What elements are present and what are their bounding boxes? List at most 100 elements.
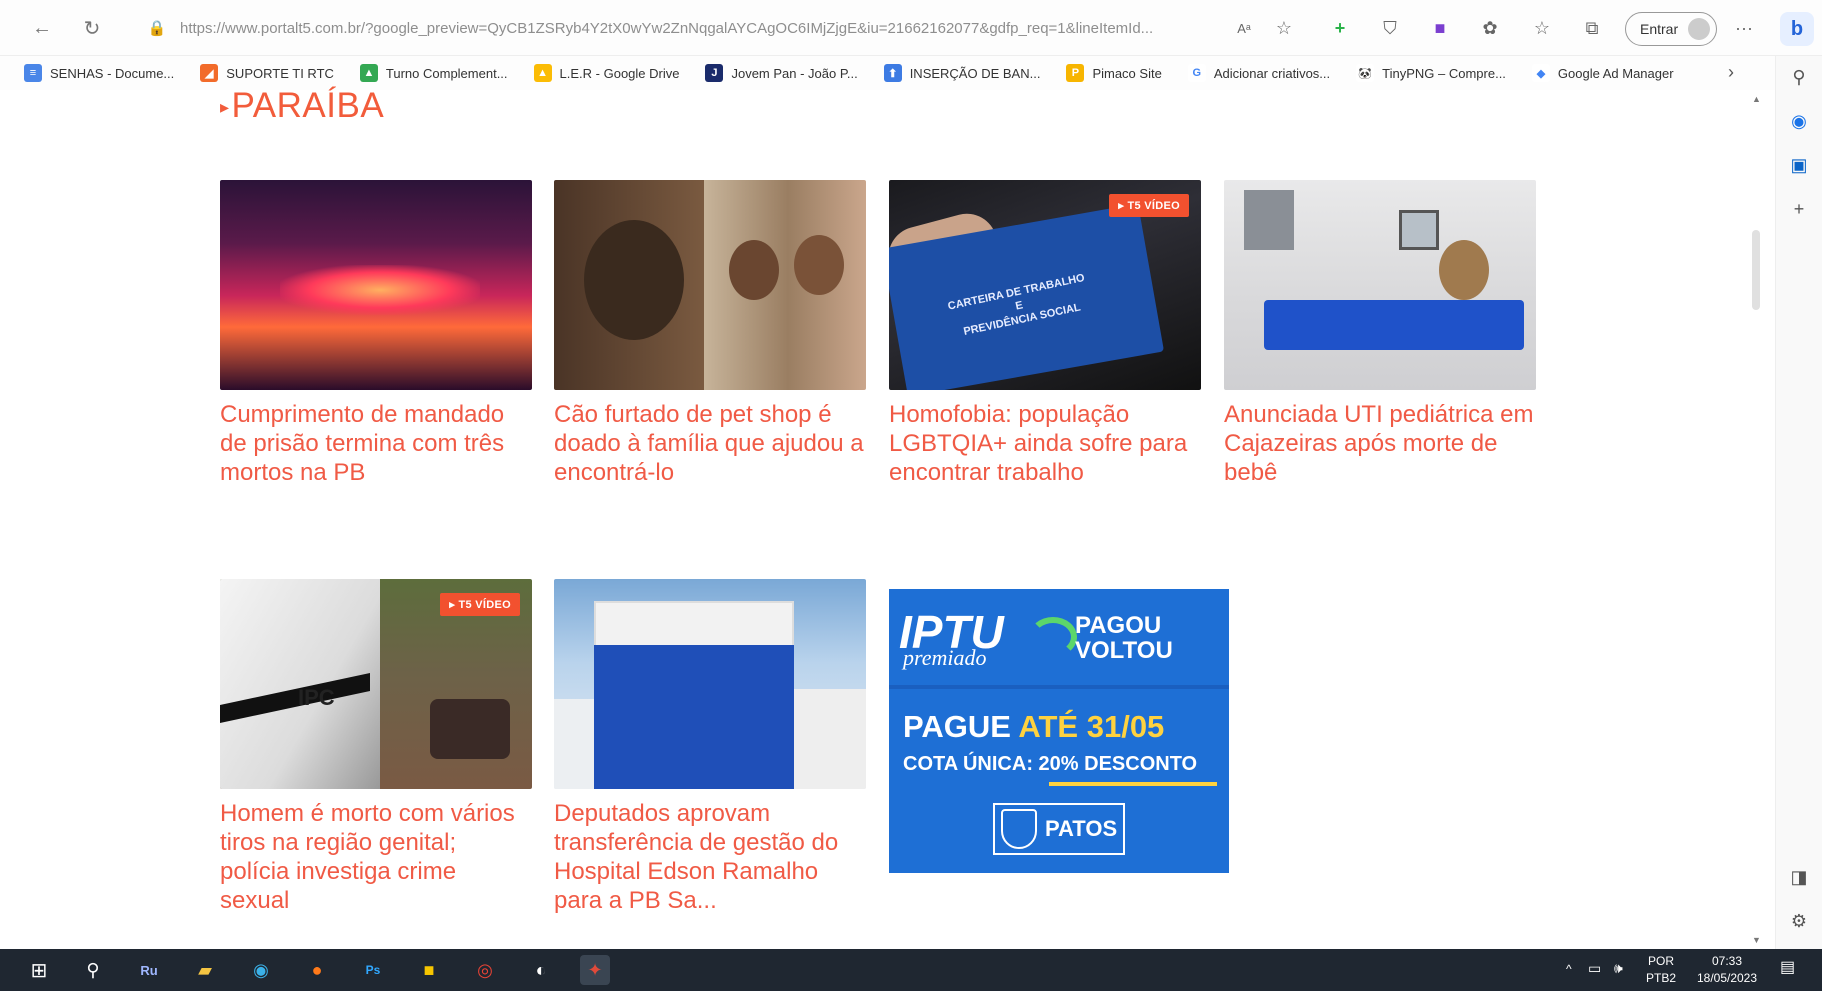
screen: ← ↻ 🔒 https://www.portalt5.com.br/?googl… xyxy=(0,0,1822,991)
reload-icon[interactable]: ↻ xyxy=(78,14,106,42)
scrollbar-thumb[interactable] xyxy=(1752,230,1760,310)
article-headline[interactable]: Homem é morto com vários tiros na região… xyxy=(220,799,532,915)
outlook-icon[interactable]: ▣ xyxy=(1786,152,1812,178)
favorites-icon[interactable]: ☆ xyxy=(1528,14,1556,42)
section-title[interactable]: ▸PARAÍBA xyxy=(220,86,384,126)
windows-taskbar: ⊞ ⚲ Ru ▰ ◉ ● Ps ■ ◎ ◐ ✦ ^ ▭ 🕪 POR PTB2 07… xyxy=(0,949,1822,991)
shopping-icon[interactable]: ◉ xyxy=(1786,108,1812,134)
url-text[interactable]: https://www.portalt5.com.br/?google_prev… xyxy=(180,20,1220,37)
article-thumbnail[interactable] xyxy=(220,180,532,390)
bookmark-favicon-icon: ⬆ xyxy=(883,64,902,82)
sign-in-button[interactable]: Entrar xyxy=(1625,12,1717,46)
lang-code: POR xyxy=(1648,954,1675,968)
article-headline[interactable]: Homofobia: população LGBTQIA+ ainda sofr… xyxy=(889,400,1201,487)
more-menu-icon[interactable]: ··· xyxy=(1730,14,1758,42)
windows-start-icon[interactable]: ⊞ xyxy=(24,955,54,985)
bookmark-item[interactable]: ⬆ INSERÇÃO DE BAN... xyxy=(883,64,1040,82)
scroll-up-icon[interactable]: ▲ xyxy=(1752,94,1761,104)
article-thumbnail[interactable]: CARTEIRA DE TRABALHO E PREVIDÊNCIA SOCIAL … xyxy=(889,180,1201,390)
clock[interactable]: 07:33 18/05/2023 xyxy=(1692,953,1762,987)
page-scrollbar[interactable]: ▲ ▼ xyxy=(1748,90,1764,945)
active-app-icon[interactable]: ✦ xyxy=(580,955,610,985)
video-badge: ▸ T5 VÍDEO xyxy=(1109,194,1189,217)
ru-app-icon[interactable]: Ru xyxy=(134,955,164,985)
news-card[interactable]: CARTEIRA DE TRABALHO E PREVIDÊNCIA SOCIAL … xyxy=(889,180,1201,487)
clock-time: 07:33 xyxy=(1711,954,1743,968)
ad-pague-line: PAGUE ATÉ 31/05 xyxy=(903,709,1164,745)
bookmark-favicon-icon: ▲ xyxy=(359,64,378,82)
volume-icon[interactable]: 🕪 xyxy=(1614,960,1623,977)
bookmark-label: Pimaco Site xyxy=(1092,65,1162,81)
add-icon[interactable]: + xyxy=(1786,196,1812,222)
sidebar-toggle-icon[interactable]: ◨ xyxy=(1786,864,1812,890)
article-thumbnail[interactable]: IPC ▸ T5 VÍDEO xyxy=(220,579,532,789)
firefox-icon[interactable]: ● xyxy=(302,955,332,985)
chat-app-icon[interactable]: ◐ xyxy=(526,955,556,985)
shield-extension-icon[interactable]: ⛉ xyxy=(1376,14,1404,42)
video-badge: ▸ T5 VÍDEO xyxy=(440,593,520,616)
ad-patos-text: PATOS xyxy=(1045,816,1118,841)
bing-copilot-icon[interactable]: b xyxy=(1780,12,1814,46)
bookmark-item[interactable]: ▲ L.E.R - Google Drive xyxy=(533,64,679,82)
bookmark-favicon-icon: ≡ xyxy=(24,64,42,82)
url-host: https://www.portalt5.com.br/ xyxy=(180,19,366,37)
section-title-text: PARAÍBA xyxy=(231,86,385,125)
back-icon[interactable]: ← xyxy=(28,14,56,42)
extensions-icon[interactable]: ✿ xyxy=(1476,14,1504,42)
bookmark-item[interactable]: 🐼 TinyPNG – Compre... xyxy=(1356,64,1506,82)
search-icon[interactable]: ⚲ xyxy=(1786,64,1812,90)
bookmark-item[interactable]: ◢ SUPORTE TI RTC xyxy=(200,64,334,82)
purple-extension-icon[interactable]: ■ xyxy=(1426,14,1454,42)
chevron-right-icon[interactable]: › xyxy=(1728,62,1734,83)
news-card[interactable]: IPC ▸ T5 VÍDEO Homem é morto com vários … xyxy=(220,579,532,915)
news-card[interactable]: Deputados aprovam transferência de gestã… xyxy=(554,579,866,915)
ad-pagou-text: PAGOU xyxy=(1075,612,1162,639)
avatar xyxy=(1688,18,1710,40)
settings-gear-icon[interactable]: ⚙ xyxy=(1786,908,1812,934)
read-aloud-icon[interactable]: Aᵃ xyxy=(1230,14,1258,42)
news-card[interactable]: Anunciada UTI pediátrica em Cajazeiras a… xyxy=(1224,180,1536,487)
plus-extension-icon[interactable]: + xyxy=(1326,14,1354,42)
chrome-icon[interactable]: ◎ xyxy=(470,955,500,985)
bookmark-item[interactable]: G Adicionar criativos... xyxy=(1187,64,1330,82)
bookmark-item[interactable]: ▲ Turno Complement... xyxy=(359,64,508,82)
file-explorer-icon[interactable]: ▰ xyxy=(190,955,220,985)
news-card[interactable]: Cumprimento de mandado de prisão termina… xyxy=(220,180,532,487)
url-query: ?google_preview=QyCB1ZSRyb4Y2tX0wYw2ZnNq… xyxy=(365,19,1154,37)
bookmark-item[interactable]: P Pimaco Site xyxy=(1066,64,1162,82)
bookmark-label: SUPORTE TI RTC xyxy=(226,65,334,81)
article-thumbnail[interactable] xyxy=(554,579,866,789)
bookmark-item[interactable]: J Jovem Pan - João P... xyxy=(705,64,858,82)
tray-chevron-icon[interactable]: ^ xyxy=(1566,961,1572,978)
article-headline[interactable]: Cumprimento de mandado de prisão termina… xyxy=(220,400,532,487)
bookmark-favicon-icon: J xyxy=(705,64,724,82)
bookmark-item[interactable]: ◆ Google Ad Manager xyxy=(1531,64,1674,82)
caret-right-icon: ▸ xyxy=(220,97,230,118)
address-bar[interactable]: 🔒 https://www.portalt5.com.br/?google_pr… xyxy=(136,10,1236,46)
photoshop-icon[interactable]: Ps xyxy=(358,955,388,985)
network-icon[interactable]: ▭ xyxy=(1588,960,1601,977)
notifications-icon[interactable]: ▤ xyxy=(1780,959,1795,976)
favorite-add-icon[interactable]: ☆ xyxy=(1270,14,1298,42)
article-headline[interactable]: Anunciada UTI pediátrica em Cajazeiras a… xyxy=(1224,400,1536,487)
article-thumbnail[interactable] xyxy=(554,180,866,390)
collections-icon[interactable]: ⧉ xyxy=(1578,14,1606,42)
article-thumbnail[interactable] xyxy=(1224,180,1536,390)
ad-underline xyxy=(1049,782,1217,786)
sticky-notes-icon[interactable]: ■ xyxy=(414,955,444,985)
keyboard-layout: PTB2 xyxy=(1646,971,1677,985)
vehicle-lettering: IPC xyxy=(298,685,335,710)
bookmark-item[interactable]: ≡ SENHAS - Docume... xyxy=(24,64,174,82)
bookmark-favicon-icon: ◢ xyxy=(200,64,219,82)
article-headline[interactable]: Cão furtado de pet shop é doado à famíli… xyxy=(554,400,866,487)
search-icon[interactable]: ⚲ xyxy=(78,955,108,985)
iptu-advertisement[interactable]: IPTU premiado PAGOU VOLTOU PAGUE ATÉ 31/0… xyxy=(889,589,1229,873)
bookmark-favicon-icon: P xyxy=(1066,64,1085,82)
edge-icon[interactable]: ◉ xyxy=(246,955,276,985)
article-headline[interactable]: Deputados aprovam transferência de gestã… xyxy=(554,799,866,915)
news-card[interactable]: Cão furtado de pet shop é doado à famíli… xyxy=(554,180,866,487)
ad-voltou-text: VOLTOU xyxy=(1075,637,1173,664)
clock-date: 18/05/2023 xyxy=(1696,971,1758,985)
language-indicator[interactable]: POR PTB2 xyxy=(1646,953,1676,987)
scroll-down-icon[interactable]: ▼ xyxy=(1752,935,1761,945)
